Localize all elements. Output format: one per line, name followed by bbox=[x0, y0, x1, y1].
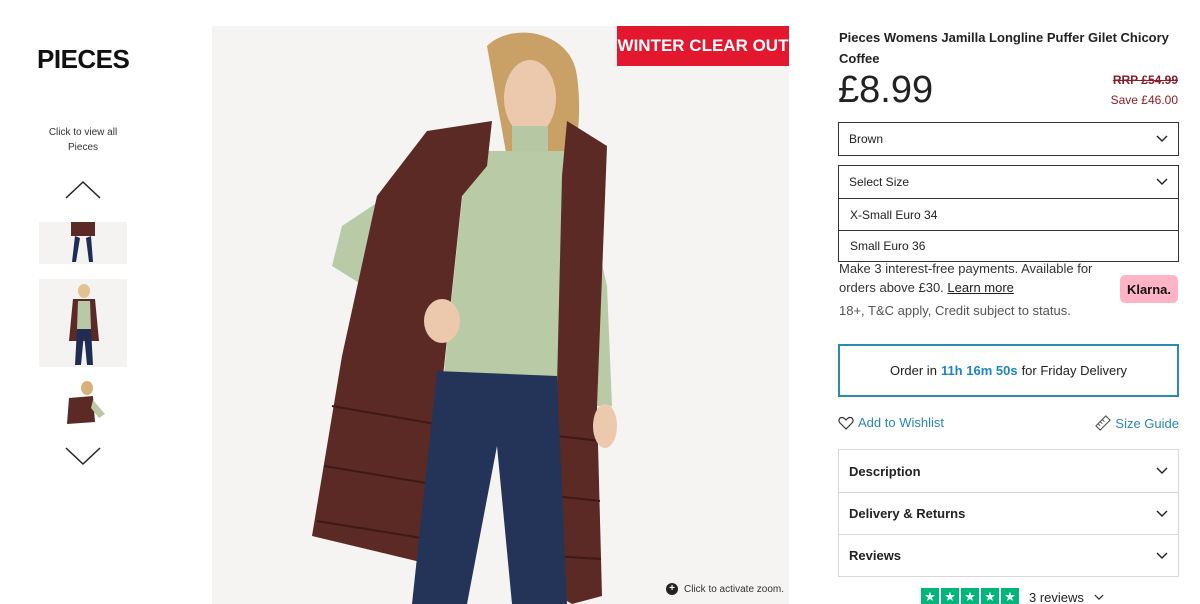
thumbnail-full-image bbox=[39, 279, 127, 367]
chevron-down-icon[interactable] bbox=[64, 444, 102, 468]
klarna-message: Make 3 interest-free payments. Available… bbox=[839, 259, 1119, 297]
star-icon: ★ bbox=[921, 588, 939, 604]
accordion-delivery-returns[interactable]: Delivery & Returns bbox=[839, 492, 1178, 534]
ruler-icon bbox=[1095, 415, 1112, 431]
review-summary[interactable]: ★ ★ ★ ★ ★ 3 reviews bbox=[921, 588, 1104, 604]
star-icon: ★ bbox=[941, 588, 959, 604]
wishlist-label: Add to Wishlist bbox=[858, 415, 944, 430]
delivery-prefix: Order in bbox=[889, 363, 937, 378]
chevron-up-icon[interactable] bbox=[64, 178, 102, 202]
thumbnail-back-image bbox=[39, 378, 127, 426]
size-option-xsmall[interactable]: X-Small Euro 34 bbox=[839, 199, 1178, 230]
star-icon: ★ bbox=[1001, 588, 1019, 604]
accordion-reviews[interactable]: Reviews bbox=[839, 534, 1178, 576]
view-all-brand-link[interactable]: Click to view all Pieces bbox=[38, 125, 128, 155]
plus-icon: + bbox=[666, 583, 678, 595]
main-product-image[interactable] bbox=[212, 26, 789, 604]
zoom-hint[interactable]: + Click to activate zoom. bbox=[666, 583, 784, 595]
product-title: Pieces Womens Jamilla Longline Puffer Gi… bbox=[839, 30, 1169, 66]
zoom-hint-label: Click to activate zoom. bbox=[684, 583, 785, 595]
accordion-delivery-label: Delivery & Returns bbox=[849, 506, 966, 521]
star-rating: ★ ★ ★ ★ ★ bbox=[921, 588, 1019, 604]
thumbnail-1[interactable] bbox=[39, 222, 127, 264]
brand-logo[interactable]: PIECES bbox=[37, 44, 130, 75]
accordion-description[interactable]: Description bbox=[839, 450, 1178, 492]
size-option-small[interactable]: Small Euro 36 bbox=[839, 230, 1178, 261]
thumbnail-legs-image bbox=[39, 222, 127, 264]
size-dropdown-list: X-Small Euro 34 Small Euro 36 bbox=[838, 199, 1179, 262]
klarna-logo: Klarna. bbox=[1120, 275, 1178, 303]
colour-select[interactable]: Brown bbox=[838, 122, 1179, 156]
colour-select-value: Brown bbox=[849, 132, 884, 146]
chevron-down-icon bbox=[1156, 552, 1168, 559]
chevron-down-icon bbox=[1156, 510, 1168, 517]
clearance-badge: WINTER CLEAR OUT bbox=[617, 26, 789, 66]
star-icon: ★ bbox=[961, 588, 979, 604]
size-guide-link[interactable]: Size Guide bbox=[1095, 415, 1179, 431]
rrp-price: RRP £54.99 bbox=[1112, 73, 1178, 87]
chevron-down-icon bbox=[1156, 467, 1168, 474]
product-info-accordion: Description Delivery & Returns Reviews bbox=[838, 449, 1179, 577]
thumbnail-3[interactable] bbox=[39, 378, 127, 426]
delivery-countdown: 11h 16m 50s bbox=[940, 363, 1018, 378]
chevron-down-icon bbox=[1156, 135, 1168, 142]
klarna-terms: 18+, T&C apply, Credit subject to status… bbox=[839, 303, 1071, 318]
size-select-placeholder: Select Size bbox=[849, 175, 910, 189]
chevron-down-icon bbox=[1156, 178, 1168, 185]
saving-amount: Save £46.00 bbox=[1110, 93, 1178, 107]
delivery-suffix: for Friday Delivery bbox=[1021, 363, 1128, 378]
star-icon: ★ bbox=[981, 588, 999, 604]
product-price: £8.99 bbox=[838, 69, 934, 111]
add-to-wishlist-button[interactable]: Add to Wishlist bbox=[838, 415, 944, 430]
size-select[interactable]: Select Size bbox=[838, 165, 1179, 199]
thumbnail-2[interactable] bbox=[39, 279, 127, 367]
accordion-reviews-label: Reviews bbox=[849, 548, 902, 563]
delivery-countdown-box: Order in 11h 16m 50s for Friday Delivery bbox=[838, 344, 1179, 397]
chevron-down-icon bbox=[1094, 594, 1104, 600]
size-guide-label: Size Guide bbox=[1115, 415, 1179, 431]
model-wearing-gilet-image bbox=[212, 26, 789, 604]
reviews-count-link[interactable]: 3 reviews bbox=[1029, 590, 1084, 604]
heart-icon bbox=[838, 416, 854, 430]
klarna-learn-more-link[interactable]: Learn more bbox=[947, 280, 1013, 295]
accordion-description-label: Description bbox=[849, 463, 921, 479]
